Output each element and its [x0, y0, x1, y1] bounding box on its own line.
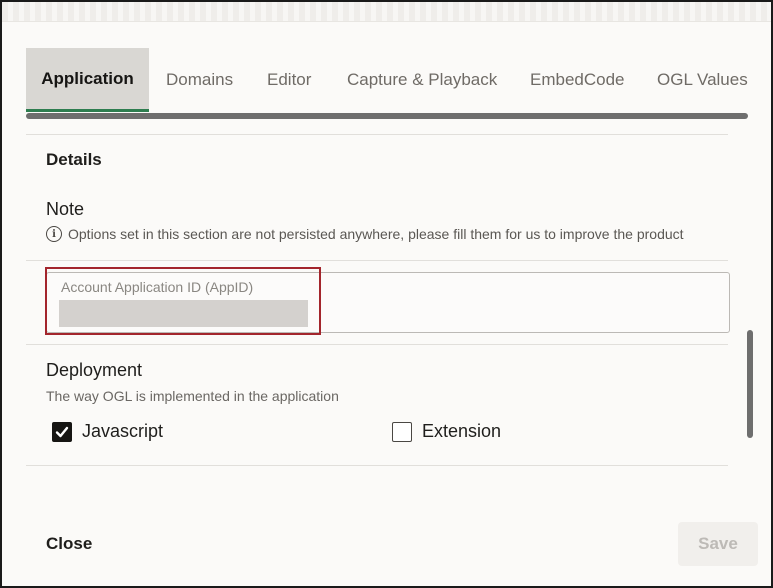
note-text-row: i Options set in this section are not pe… — [46, 226, 684, 242]
tab-editor[interactable]: Editor — [267, 48, 311, 112]
checkmark-icon — [55, 426, 69, 437]
tab-bar-underline — [26, 113, 748, 119]
deployment-description: The way OGL is implemented in the applic… — [46, 388, 339, 404]
divider — [26, 260, 728, 261]
extension-option[interactable]: Extension — [392, 421, 501, 442]
tab-embedcode[interactable]: EmbedCode — [530, 48, 625, 112]
note-text: Options set in this section are not pers… — [68, 226, 684, 242]
javascript-label: Javascript — [82, 421, 164, 441]
tab-domains[interactable]: Domains — [166, 48, 233, 112]
save-button[interactable]: Save — [678, 522, 758, 566]
javascript-checkbox[interactable] — [52, 421, 72, 442]
divider — [26, 465, 728, 466]
close-button[interactable]: Close — [46, 534, 92, 554]
tab-application[interactable]: Application — [26, 48, 149, 112]
javascript-option[interactable]: Javascript — [52, 421, 163, 442]
window-top-strip — [2, 2, 771, 22]
dialog: Application Domains Editor Capture & Pla… — [0, 0, 773, 588]
info-icon: i — [46, 226, 62, 242]
highlight-box — [45, 267, 321, 335]
vertical-scrollbar[interactable] — [747, 330, 753, 438]
section-title-details: Details — [46, 150, 102, 169]
divider — [26, 134, 728, 135]
details-panel: Details Note i Options set in this secti… — [26, 132, 730, 492]
divider — [26, 344, 728, 345]
tab-ogl-values[interactable]: OGL Values — [657, 48, 748, 112]
deployment-heading: Deployment — [46, 360, 143, 380]
tab-bar: Application Domains Editor Capture & Pla… — [26, 48, 748, 119]
tab-capture-playback[interactable]: Capture & Playback — [347, 48, 497, 112]
note-heading: Note — [46, 199, 85, 219]
extension-checkbox[interactable] — [392, 421, 412, 442]
extension-label: Extension — [422, 421, 502, 441]
